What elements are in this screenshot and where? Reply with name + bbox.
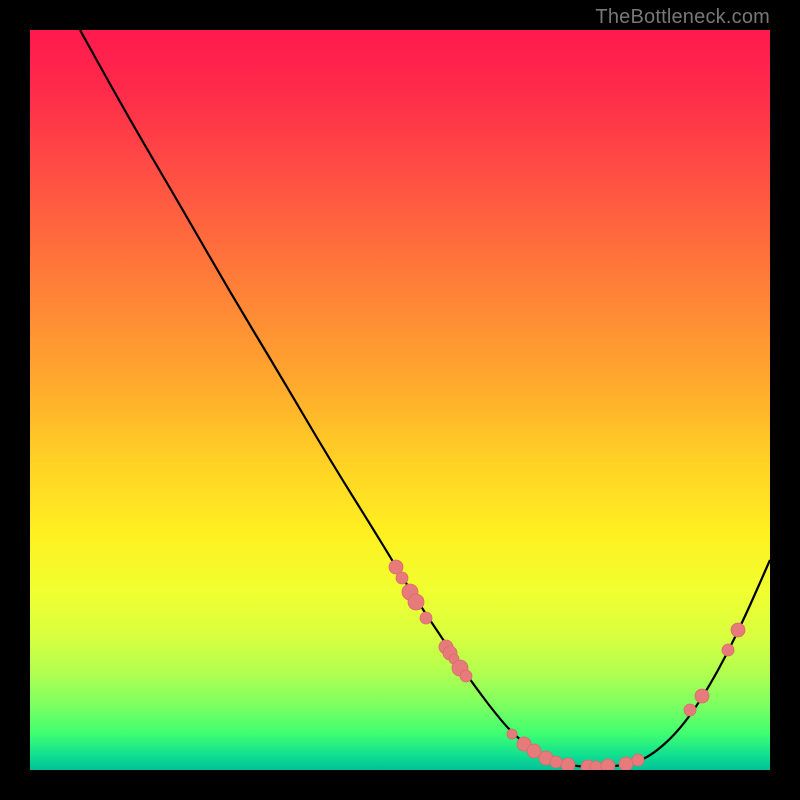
chart-svg xyxy=(30,30,770,770)
curve-marker xyxy=(396,572,408,584)
bottleneck-curve xyxy=(80,30,770,767)
curve-marker xyxy=(601,759,615,770)
curve-marker xyxy=(590,761,602,770)
curve-marker xyxy=(731,623,745,637)
curve-marker xyxy=(722,644,734,656)
curve-marker xyxy=(460,670,472,682)
curve-marker xyxy=(507,729,517,739)
curve-marker xyxy=(619,757,633,770)
curve-marker xyxy=(550,756,562,768)
curve-marker xyxy=(408,594,424,610)
curve-marker xyxy=(695,689,709,703)
chart-frame xyxy=(30,30,770,770)
curve-marker xyxy=(684,704,696,716)
curve-marker xyxy=(527,744,541,758)
curve-markers xyxy=(389,560,745,770)
curve-marker xyxy=(561,758,575,770)
attribution-text: TheBottleneck.com xyxy=(595,6,770,29)
curve-marker xyxy=(420,612,432,624)
curve-marker xyxy=(632,754,644,766)
